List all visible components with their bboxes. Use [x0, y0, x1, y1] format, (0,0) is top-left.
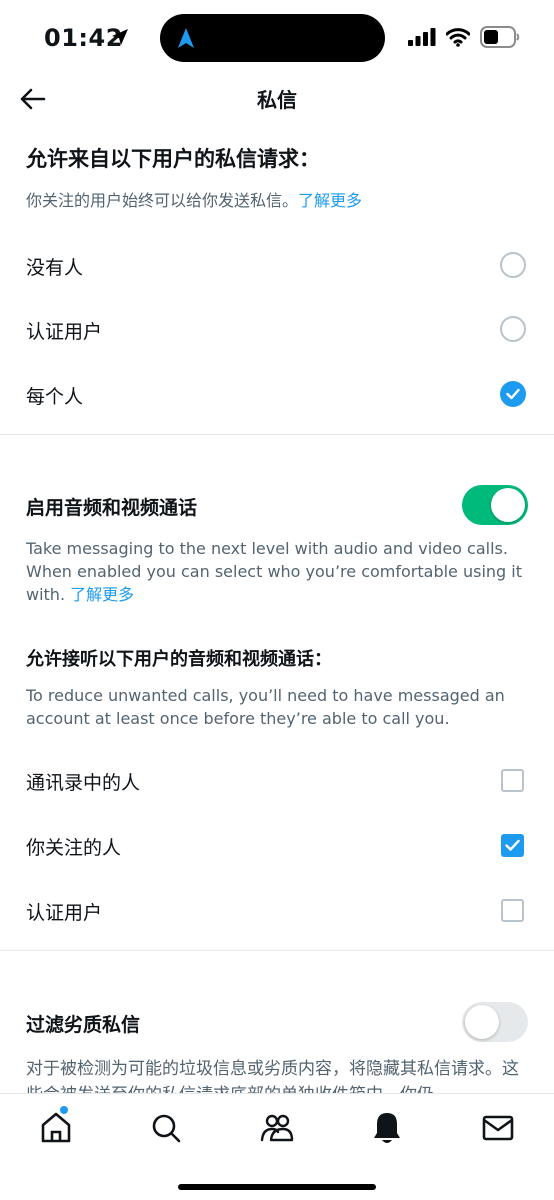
location-arrow-icon	[110, 27, 130, 51]
checkbox-unchecked[interactable]	[501, 899, 524, 922]
option-row-contacts[interactable]: 通讯录中的人	[0, 750, 554, 810]
calls-allow-title: 允许接听以下用户的音频和视频通话：	[26, 649, 332, 670]
option-row-verified-calls[interactable]: 认证用户	[0, 880, 554, 940]
option-label: 每个人	[26, 386, 84, 408]
filter-toggle-label: 过滤劣质私信	[26, 1014, 141, 1036]
home-notification-dot	[60, 1106, 68, 1114]
option-row-everyone[interactable]: 每个人	[0, 364, 554, 424]
learn-more-link[interactable]: 了解更多	[70, 585, 134, 604]
option-label: 认证用户	[26, 321, 103, 343]
option-label: 没有人	[26, 257, 84, 279]
status-bar: 01:42	[0, 0, 554, 76]
calls-allow-desc: To reduce unwanted calls, you’ll need to…	[26, 686, 505, 728]
radio-button-unchecked[interactable]	[500, 252, 526, 278]
divider	[0, 434, 554, 435]
home-icon	[41, 1112, 71, 1143]
message-requests-title: 允许来自以下用户的私信请求：	[26, 147, 320, 171]
page-title: 私信	[257, 88, 297, 112]
communities-icon	[260, 1114, 294, 1142]
calls-toggle-label: 启用音频和视频通话	[26, 497, 198, 519]
nav-messages-button[interactable]	[478, 1108, 518, 1148]
nav-notifications-button[interactable]	[367, 1108, 407, 1148]
bottom-nav-bar	[0, 1093, 554, 1200]
home-indicator	[178, 1184, 376, 1190]
nav-home-button[interactable]	[36, 1108, 76, 1148]
messages-icon	[482, 1115, 514, 1141]
page-header: 私信	[0, 76, 554, 120]
calls-toggle-switch[interactable]	[462, 485, 528, 525]
notifications-icon	[374, 1113, 400, 1143]
calls-desc: Take messaging to the next level with au…	[26, 539, 522, 604]
wifi-icon	[445, 27, 471, 51]
option-row-nobody[interactable]: 没有人	[0, 235, 554, 295]
checkmark-icon	[505, 839, 520, 851]
option-row-verified[interactable]: 认证用户	[0, 299, 554, 359]
nav-search-button[interactable]	[146, 1108, 186, 1148]
option-label: 你关注的人	[26, 837, 122, 859]
option-label: 认证用户	[26, 902, 103, 924]
checkbox-checked[interactable]	[501, 834, 524, 857]
toggle-knob	[465, 1005, 499, 1039]
message-requests-desc: 你关注的用户始终可以给你发送私信。了解更多	[26, 191, 363, 210]
search-icon	[152, 1114, 181, 1143]
cellular-signal-icon	[408, 28, 436, 50]
nav-communities-button[interactable]	[257, 1108, 297, 1148]
option-row-following[interactable]: 你关注的人	[0, 815, 554, 875]
toggle-knob	[491, 488, 525, 522]
learn-more-link[interactable]: 了解更多	[298, 191, 362, 210]
radio-button-checked[interactable]	[500, 381, 526, 407]
checkmark-icon	[506, 388, 520, 400]
divider	[0, 950, 554, 951]
filter-toggle-switch[interactable]	[462, 1002, 528, 1042]
navigation-arrow-icon	[176, 26, 196, 54]
battery-icon	[480, 26, 520, 52]
checkbox-unchecked[interactable]	[501, 769, 524, 792]
option-label: 通讯录中的人	[26, 772, 141, 794]
radio-button-unchecked[interactable]	[500, 316, 526, 342]
